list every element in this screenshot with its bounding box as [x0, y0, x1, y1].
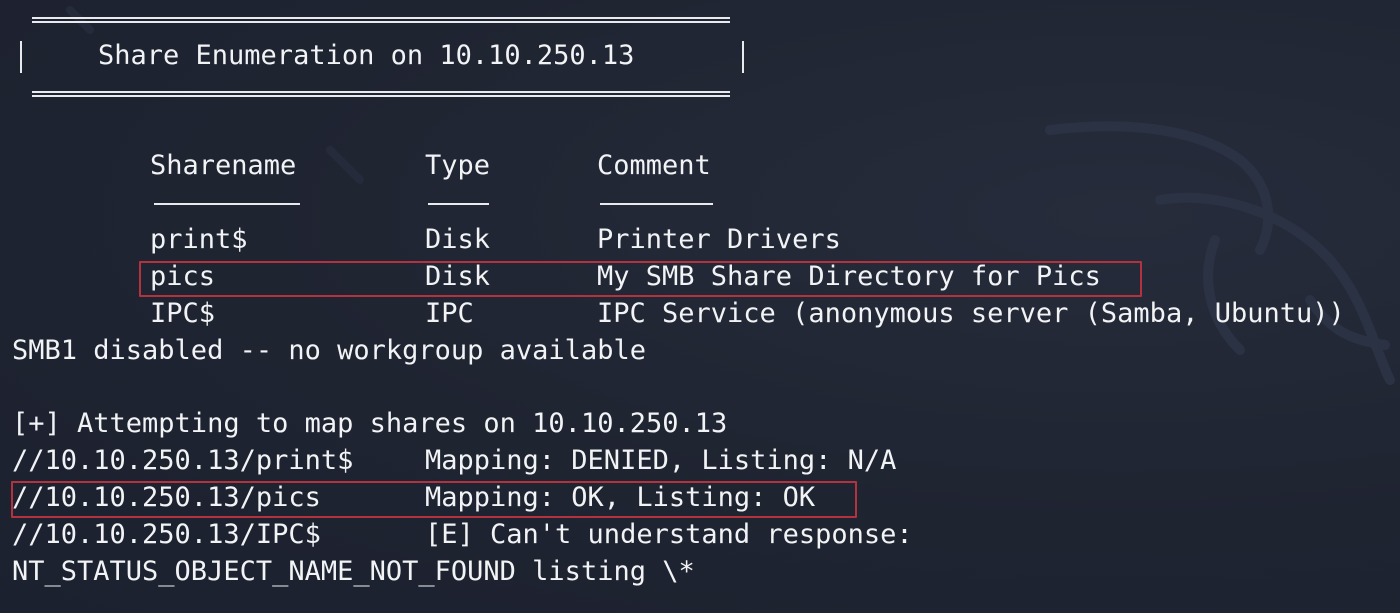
mapping-row-result: Mapping: DENIED, Listing: N/A	[425, 445, 897, 476]
banner-left-bar	[20, 41, 22, 73]
mapping-error-tail: NT_STATUS_OBJECT_NAME_NOT_FOUND listing …	[12, 556, 695, 587]
share-row-type: Disk	[425, 224, 491, 255]
banner-right-bar	[742, 41, 744, 73]
banner-top-rule	[32, 17, 730, 23]
highlight-box-pics-share	[139, 261, 1142, 297]
column-underline-comment	[600, 203, 713, 205]
share-row-name: print$	[150, 224, 248, 255]
column-header-type: Type	[425, 150, 491, 181]
mapping-row-result: [E] Can't understand response:	[425, 519, 913, 550]
highlight-box-pics-mapping	[11, 481, 857, 518]
smb1-status-line: SMB1 disabled -- no workgroup available	[12, 335, 646, 366]
share-row-type: IPC	[425, 298, 474, 329]
terminal-window[interactable]: Share Enumeration on 10.10.250.13 Sharen…	[0, 0, 1400, 613]
share-row-comment: IPC Service (anonymous server (Samba, Ub…	[597, 298, 1345, 329]
mapping-row-path: //10.10.250.13/IPC$	[12, 519, 321, 550]
column-header-sharename: Sharename	[150, 150, 297, 181]
mapping-attempt-line: [+] Attempting to map shares on 10.10.25…	[12, 408, 728, 439]
mapping-row-path: //10.10.250.13/print$	[12, 445, 354, 476]
column-header-comment: Comment	[597, 150, 711, 181]
banner-bottom-rule	[32, 91, 730, 97]
share-row-comment: Printer Drivers	[597, 224, 841, 255]
column-underline-type	[428, 203, 489, 205]
share-row-name: IPC$	[150, 298, 216, 329]
column-underline-sharename	[154, 203, 300, 205]
banner-title: Share Enumeration on 10.10.250.13	[98, 40, 635, 71]
